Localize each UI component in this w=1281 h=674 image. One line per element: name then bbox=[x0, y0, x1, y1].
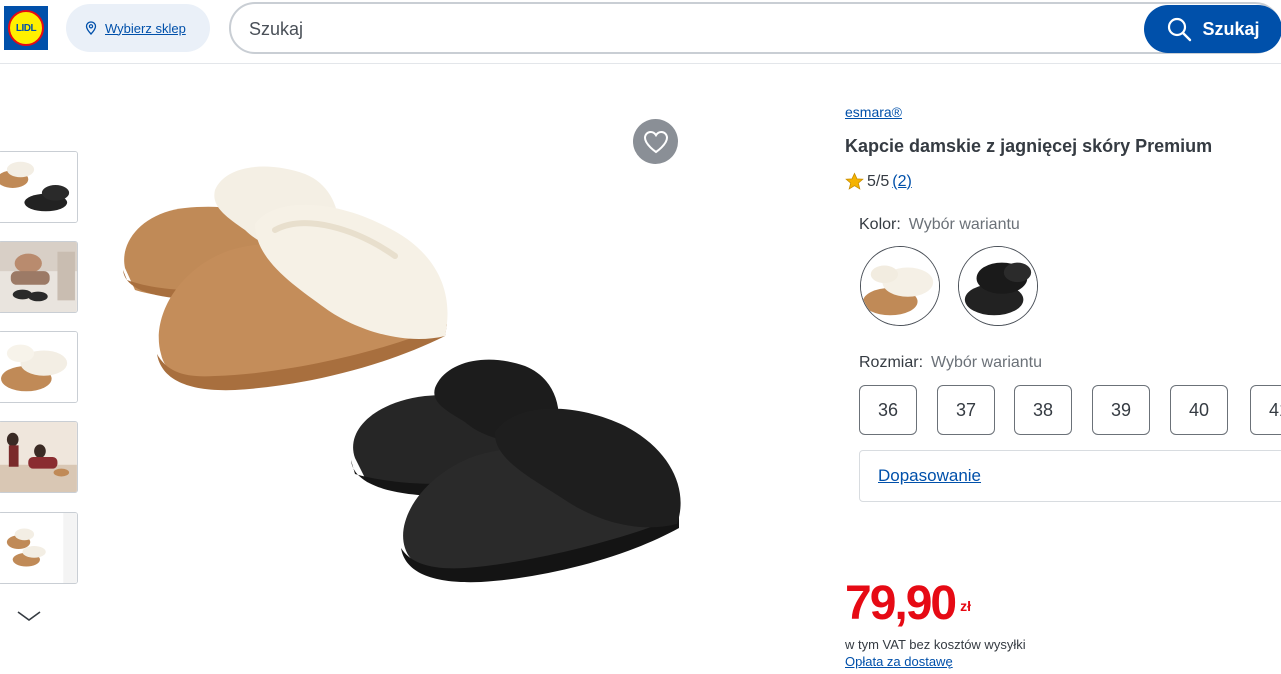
slippers-pair-thumbnail bbox=[0, 152, 77, 222]
search-icon bbox=[1168, 17, 1192, 42]
color-swatch-black[interactable] bbox=[958, 246, 1038, 326]
size-hint: Wybór wariantu bbox=[931, 354, 1043, 371]
location-pin-icon bbox=[85, 21, 97, 35]
star-icon bbox=[845, 172, 864, 190]
brown-slipper-thumbnail bbox=[0, 332, 77, 402]
fit-link[interactable]: Dopasowanie bbox=[878, 466, 981, 486]
search-button[interactable]: Szukaj bbox=[1144, 5, 1281, 53]
size-label: Rozmiar: bbox=[859, 354, 924, 371]
gallery-thumbnail-3[interactable] bbox=[0, 331, 78, 403]
brown-slipper-swatch bbox=[861, 247, 939, 325]
size-option-39[interactable]: 39 bbox=[1092, 385, 1150, 435]
choose-store-label: Wybierz sklep bbox=[105, 20, 186, 36]
favorite-button[interactable] bbox=[633, 119, 678, 164]
price-value: 79,90 bbox=[845, 577, 957, 630]
size-option-36[interactable]: 36 bbox=[859, 385, 917, 435]
lidl-logo[interactable]: LIDL bbox=[4, 6, 48, 50]
product-price: 79,90 zł bbox=[845, 578, 971, 630]
delivery-cost-link[interactable]: Opłata za dostawę bbox=[845, 654, 953, 669]
size-option-38[interactable]: 38 bbox=[1014, 385, 1072, 435]
lifestyle-photo-thumbnail bbox=[0, 242, 77, 312]
gallery-thumbnail-4[interactable] bbox=[0, 421, 78, 493]
size-option-41[interactable]: 41 bbox=[1250, 385, 1281, 435]
product-title: Kapcie damskie z jagnięcej skóry Premium bbox=[845, 136, 1213, 156]
search-input[interactable] bbox=[249, 18, 1129, 40]
color-label: Kolor: bbox=[859, 216, 901, 233]
logo-text: LIDL bbox=[15, 22, 37, 34]
size-option-37[interactable]: 37 bbox=[937, 385, 995, 435]
color-option-label: Kolor: Wybór wariantu bbox=[859, 216, 1020, 234]
chevron-down-icon[interactable] bbox=[16, 608, 42, 624]
site-header: LIDL Wybierz sklep Szukaj bbox=[0, 0, 1281, 64]
size-option-40[interactable]: 40 bbox=[1170, 385, 1228, 435]
model-photo-thumbnail bbox=[0, 422, 77, 492]
fit-section: Dopasowanie bbox=[859, 450, 1281, 502]
heart-icon bbox=[643, 130, 668, 153]
color-swatch-brown[interactable] bbox=[860, 246, 940, 326]
rating-count-link[interactable]: (2) bbox=[892, 173, 912, 191]
black-slipper-swatch bbox=[959, 247, 1037, 325]
rating-value: 5/5 bbox=[867, 172, 890, 190]
product-rating: 5/5 (2) bbox=[845, 172, 912, 191]
brown-slipper-side-thumbnail bbox=[0, 513, 77, 583]
product-main-image bbox=[123, 166, 681, 583]
vat-note: w tym VAT bez kosztów wysyłki bbox=[845, 637, 1026, 652]
color-hint: Wybór wariantu bbox=[908, 216, 1020, 233]
choose-store-button[interactable]: Wybierz sklep bbox=[66, 4, 210, 52]
gallery-thumbnail-2[interactable] bbox=[0, 241, 78, 313]
price-currency: zł bbox=[960, 598, 972, 614]
gallery-thumbnail-5[interactable] bbox=[0, 512, 78, 584]
search-button-label: Szukaj bbox=[1202, 18, 1260, 39]
gallery-thumbnail-1[interactable] bbox=[0, 151, 78, 223]
size-option-label: Rozmiar: Wybór wariantu bbox=[859, 354, 1042, 372]
brand-link[interactable]: esmara® bbox=[845, 104, 902, 120]
search-bar: Szukaj bbox=[229, 2, 1281, 54]
